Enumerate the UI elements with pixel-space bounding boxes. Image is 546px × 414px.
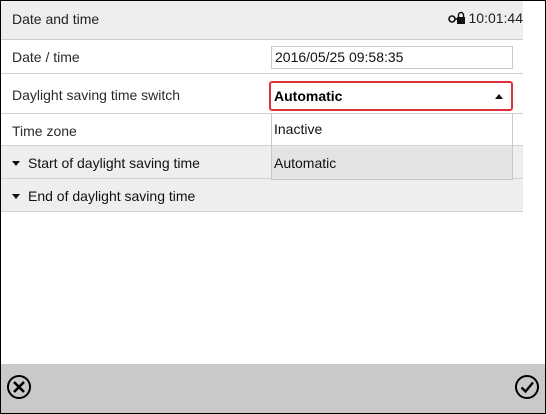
action-bar xyxy=(1,364,545,413)
date-time-field[interactable]: 2016/05/25 09:58:35 xyxy=(271,46,513,69)
lock-icon xyxy=(447,11,465,24)
section-label: Start of daylight saving time xyxy=(28,155,200,171)
title-bar: Date and time 10:01:44 xyxy=(1,1,523,40)
row-date-time[interactable]: Date / time 2016/05/25 09:58:35 xyxy=(1,40,523,74)
page-title: Date and time xyxy=(12,11,100,27)
option-label: Inactive xyxy=(274,121,323,137)
dropdown-option-automatic[interactable]: Automatic xyxy=(271,147,513,180)
clock: 10:01:44 xyxy=(447,10,524,26)
row-label: Time zone xyxy=(12,123,77,139)
cancel-x-icon[interactable] xyxy=(6,374,32,400)
scroll-column xyxy=(523,1,545,40)
option-label: Automatic xyxy=(274,155,337,171)
row-label: Date / time xyxy=(12,49,80,65)
row-label: Daylight saving time switch xyxy=(12,87,181,103)
caret-down-icon xyxy=(12,160,20,166)
chevron-up-icon xyxy=(495,94,503,99)
section-label: End of daylight saving time xyxy=(28,188,196,204)
clock-time: 10:01:44 xyxy=(468,10,524,26)
section-label-wrap: Start of daylight saving time xyxy=(12,155,200,171)
dropdown-option-inactive[interactable]: Inactive xyxy=(271,113,513,147)
caret-down-icon xyxy=(12,193,20,199)
dst-switch-select[interactable]: Automatic xyxy=(269,81,513,111)
confirm-check-icon[interactable] xyxy=(514,374,540,400)
settings-window: Date and time 10:01:44 Date / time 2016/… xyxy=(0,0,546,414)
section-label-wrap: End of daylight saving time xyxy=(12,188,195,204)
select-value: Automatic xyxy=(274,88,343,104)
section-end-dst[interactable]: End of daylight saving time xyxy=(1,179,523,212)
